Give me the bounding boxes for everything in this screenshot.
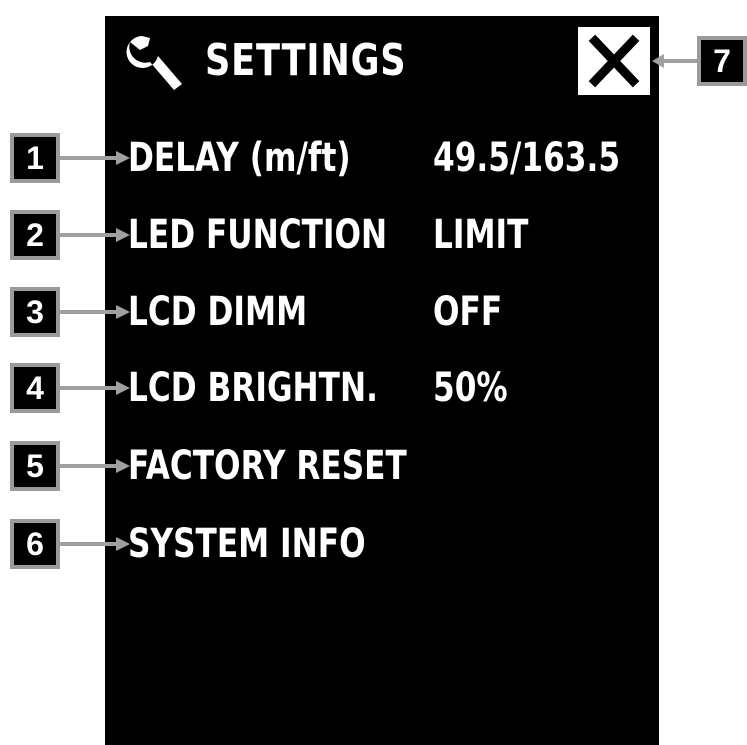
callout-arrow — [60, 381, 130, 395]
callout-arrow — [60, 459, 130, 473]
menu-item-value[interactable]: OFF — [433, 282, 502, 342]
callout-badge-2: 2 — [10, 210, 60, 260]
menu-item-label[interactable]: LED FUNCTION — [128, 205, 387, 265]
page-title: SETTINGS — [205, 35, 407, 86]
menu-item-label[interactable]: DELAY (m/ft) — [128, 128, 351, 188]
menu-item-factory-reset[interactable]: 5 FACTORY RESET — [0, 436, 747, 496]
menu-item-lcd-dimm[interactable]: 3 LCD DIMM OFF — [0, 282, 747, 342]
callout-arrow — [60, 305, 130, 319]
wrench-icon — [126, 36, 182, 90]
menu-item-lcd-brightness[interactable]: 4 LCD BRIGHTN. 50% — [0, 358, 747, 418]
menu-item-value[interactable]: LIMIT — [433, 205, 528, 265]
menu-item-system-info[interactable]: 6 SYSTEM INFO — [0, 514, 747, 574]
callout-badge-1: 1 — [10, 133, 60, 183]
callout-arrow-7 — [652, 54, 697, 68]
callout-badge-7: 7 — [697, 36, 747, 86]
callout-badge-3: 3 — [10, 287, 60, 337]
close-button[interactable] — [578, 27, 650, 95]
menu-item-label[interactable]: LCD BRIGHTN. — [128, 358, 378, 418]
menu-item-label[interactable]: SYSTEM INFO — [128, 514, 366, 574]
callout-badge-4: 4 — [10, 363, 60, 413]
menu-item-delay[interactable]: 1 DELAY (m/ft) 49.5/163.5 — [0, 128, 747, 188]
close-icon — [588, 34, 640, 88]
menu-item-label[interactable]: FACTORY RESET — [128, 436, 407, 496]
callout-arrow — [60, 151, 130, 165]
menu-item-value[interactable]: 50% — [433, 358, 508, 418]
menu-item-label[interactable]: LCD DIMM — [128, 282, 307, 342]
callout-arrow — [60, 537, 130, 551]
callout-badge-5: 5 — [10, 441, 60, 491]
menu-item-led-function[interactable]: 2 LED FUNCTION LIMIT — [0, 205, 747, 265]
menu-item-value[interactable]: 49.5/163.5 — [433, 128, 620, 188]
callout-badge-6: 6 — [10, 519, 60, 569]
callout-arrow — [60, 228, 130, 242]
